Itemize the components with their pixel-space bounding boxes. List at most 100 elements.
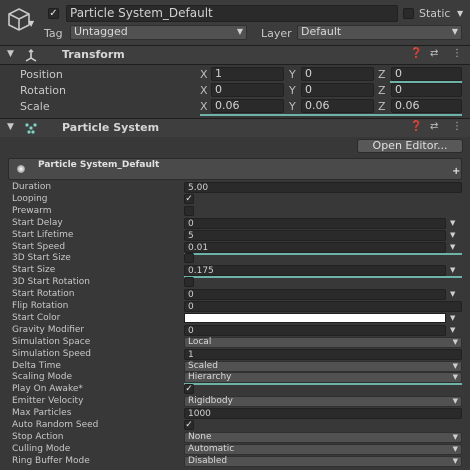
start-speed-field[interactable]: 0.01 [184, 242, 446, 253]
axis-z-label[interactable]: Z [378, 84, 386, 97]
axis-x-label[interactable]: X [200, 84, 208, 97]
scaling-mode-value: Hierarchy [188, 372, 232, 382]
transform-rotation-y-field[interactable]: 0 [301, 83, 374, 97]
delta-time-value: Scaled [188, 361, 218, 371]
transform-scale-z-field[interactable]: 0.06 [391, 99, 462, 113]
delta-time-label: Delta Time [12, 361, 61, 371]
gameobject-active-checkbox[interactable]: ✓ [48, 8, 59, 19]
axis-z-label[interactable]: Z [378, 68, 386, 81]
mode-dropdown-arrow-icon[interactable]: ▼ [450, 290, 455, 298]
start-speed-label: Start Speed [12, 242, 66, 252]
open-editor-button[interactable]: Open Editor... [357, 139, 463, 153]
axis-y-label[interactable]: Y [289, 100, 296, 113]
axis-z-label[interactable]: Z [378, 100, 386, 113]
3d-start-size-checkbox[interactable] [184, 253, 194, 263]
context-menu-icon[interactable]: ⋮ [452, 48, 462, 59]
help-icon[interactable]: ❓ [410, 121, 422, 132]
3d-start-rotation-checkbox[interactable] [184, 277, 194, 287]
transform-icon [24, 48, 38, 62]
start-color-label: Start Color [12, 313, 61, 323]
axis-y-label[interactable]: Y [289, 68, 296, 81]
flip-rotation-label: Flip Rotation [12, 301, 69, 311]
emitter-velocity-dropdown[interactable]: Rigidbody ▼ [184, 396, 462, 407]
static-dropdown-arrow[interactable]: ▼ [457, 9, 463, 18]
chevron-down-icon: ▼ [452, 373, 458, 381]
mode-dropdown-arrow-icon[interactable]: ▼ [450, 231, 455, 239]
start-size-field[interactable]: 0.175 [184, 265, 446, 276]
particle-system-icon [24, 121, 38, 135]
flip-rotation-field[interactable]: 0 [184, 301, 462, 312]
simulation-speed-label: Simulation Speed [12, 349, 92, 359]
mode-dropdown-arrow-icon[interactable]: ▼ [450, 266, 455, 274]
chevron-down-icon: ▼ [452, 433, 458, 441]
prewarm-checkbox[interactable] [184, 206, 194, 216]
auto-random-seed-checkbox[interactable]: ✓ [184, 420, 194, 430]
module-particle-icon [17, 165, 25, 173]
3d-start-rotation-label: 3D Start Rotation [12, 277, 91, 287]
mode-dropdown-arrow-icon[interactable]: ▼ [450, 243, 455, 251]
play-on-awake-checkbox[interactable]: ✓ [184, 384, 194, 394]
chevron-down-icon: ▼ [452, 397, 458, 405]
gameobject-icon-dropdown[interactable]: ▼ [28, 19, 34, 28]
transform-scale-x-field[interactable]: 0.06 [211, 99, 284, 113]
simulation-space-dropdown[interactable]: Local ▼ [184, 337, 462, 348]
start-lifetime-field[interactable]: 5 [184, 230, 446, 241]
transform-rotation-x-field[interactable]: 0 [211, 83, 284, 97]
stop-action-dropdown[interactable]: None ▼ [184, 432, 462, 443]
transform-rotation-z-field[interactable]: 0 [391, 83, 462, 97]
duration-field[interactable]: 5.00 [184, 182, 462, 193]
culling-mode-value: Automatic [188, 444, 235, 454]
foldout-arrow-icon[interactable]: ▼ [7, 49, 14, 59]
help-icon[interactable]: ❓ [410, 48, 422, 59]
duration-label: Duration [12, 182, 52, 192]
chevron-down-icon: ▼ [452, 338, 458, 346]
axis-x-label[interactable]: X [200, 100, 208, 113]
mode-dropdown-arrow-icon[interactable]: ▼ [450, 314, 455, 322]
culling-mode-label: Culling Mode [12, 444, 71, 454]
gravity-modifier-field[interactable]: 0 [184, 325, 446, 336]
scaling-mode-dropdown[interactable]: Hierarchy ▼ [184, 372, 462, 383]
gameobject-name-field[interactable]: Particle System_Default [66, 5, 398, 22]
ring-buffer-mode-dropdown[interactable]: Disabled ▼ [184, 456, 462, 467]
presets-icon[interactable]: ⇄ [430, 48, 438, 59]
layer-value: Default [301, 25, 342, 38]
particle-system-title: Particle System [62, 121, 160, 134]
scaling-mode-label: Scaling Mode [12, 372, 72, 382]
delta-time-dropdown[interactable]: Scaled ▼ [184, 361, 462, 372]
max-particles-field[interactable]: 1000 [184, 408, 462, 419]
layer-label: Layer [261, 27, 292, 40]
axis-x-label[interactable]: X [200, 68, 208, 81]
modified-underline [184, 383, 462, 385]
static-checkbox[interactable] [403, 8, 414, 19]
start-delay-field[interactable]: 0 [184, 218, 446, 229]
tag-label: Tag [44, 27, 63, 40]
modified-underline [200, 114, 462, 116]
start-rotation-field[interactable]: 0 [184, 289, 446, 300]
transform-position-z-field[interactable]: 0 [391, 67, 462, 81]
mode-dropdown-arrow-icon[interactable]: ▼ [450, 219, 455, 227]
modified-underline [184, 253, 462, 255]
transform-position-y-field[interactable]: 0 [301, 67, 374, 81]
culling-mode-dropdown[interactable]: Automatic ▼ [184, 444, 462, 455]
transform-position-x-field[interactable]: 1 [211, 67, 284, 81]
simulation-speed-field[interactable]: 1 [184, 349, 462, 360]
emitter-velocity-value: Rigidbody [188, 396, 233, 406]
play-on-awake-label: Play On Awake* [12, 384, 83, 394]
gravity-modifier-label: Gravity Modifier [12, 325, 85, 335]
looping-checkbox[interactable]: ✓ [184, 194, 194, 204]
start-color-swatch[interactable] [184, 313, 446, 323]
mode-dropdown-arrow-icon[interactable]: ▼ [450, 326, 455, 334]
prewarm-label: Prewarm [12, 206, 52, 216]
start-lifetime-label: Start Lifetime [12, 230, 74, 240]
simulation-space-label: Simulation Space [12, 337, 91, 347]
tag-dropdown[interactable]: Untagged ▼ [70, 25, 247, 40]
foldout-arrow-icon[interactable]: ▼ [7, 122, 14, 132]
tag-value: Untagged [74, 25, 128, 38]
context-menu-icon[interactable]: ⋮ [452, 121, 462, 132]
axis-y-label[interactable]: Y [289, 84, 296, 97]
module-add-button[interactable]: + [452, 166, 460, 177]
transform-scale-y-field[interactable]: 0.06 [301, 99, 374, 113]
layer-dropdown[interactable]: Default ▼ [297, 25, 462, 40]
simulation-space-value: Local [188, 337, 212, 347]
presets-icon[interactable]: ⇄ [430, 121, 438, 132]
